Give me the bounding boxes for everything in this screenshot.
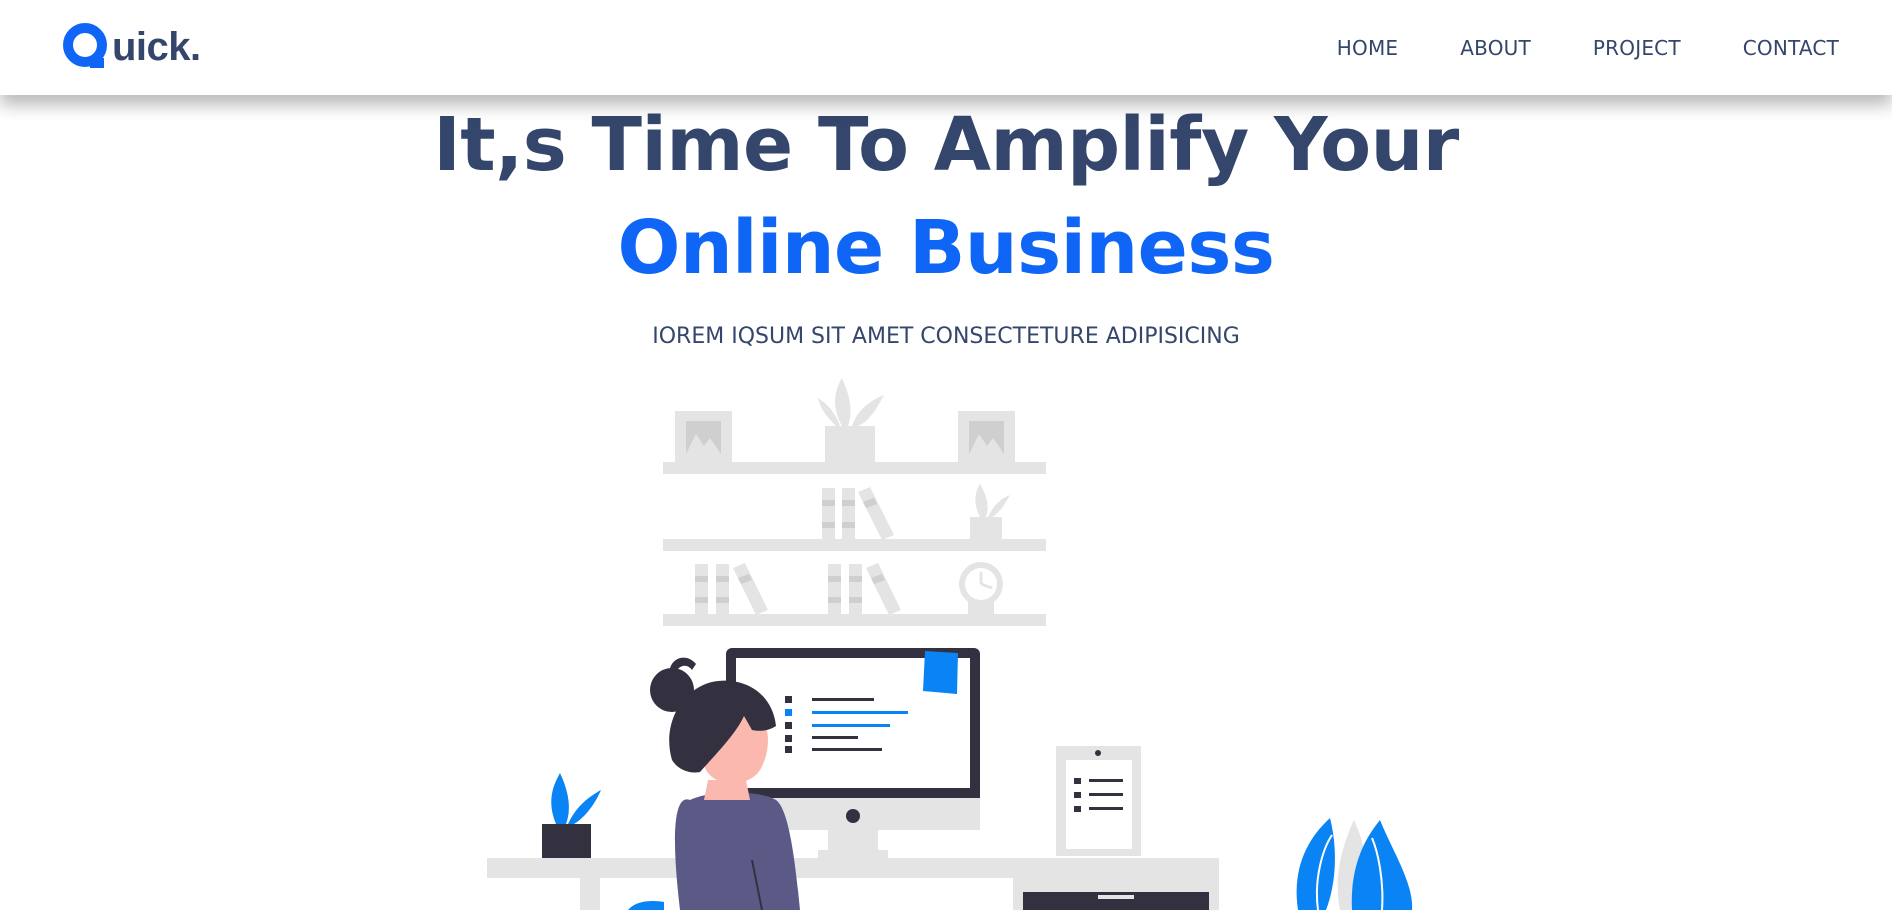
desk-plant-icon: [542, 773, 601, 858]
picture-frame-left-icon: [675, 411, 732, 463]
books-lower-right-icon: [828, 563, 901, 615]
logo[interactable]: uick.: [62, 20, 201, 74]
plant-small-icon: [970, 484, 1010, 539]
desk-icon: [487, 858, 1219, 910]
hero-subtitle: IOREM IQSUM SIT AMET CONSECTETURE ADIPIS…: [652, 324, 1240, 349]
navbar: uick. HOME ABOUT PROJECT CONTACT: [0, 0, 1892, 95]
clock-icon: [959, 562, 1003, 614]
floor-plant-icon: [1296, 818, 1413, 910]
nav-project[interactable]: PROJECT: [1593, 36, 1681, 60]
books-middle-icon: [822, 487, 894, 540]
q-letter-icon: [63, 23, 107, 68]
nav-about[interactable]: ABOUT: [1460, 36, 1531, 60]
nav-home[interactable]: HOME: [1337, 36, 1398, 60]
main-nav: HOME ABOUT PROJECT CONTACT: [1275, 0, 1839, 95]
plant-top-icon: [818, 378, 884, 463]
woman-working-at-desk-illustration: [487, 378, 1413, 910]
hero-title-line1: It,s Time To Amplify Your: [433, 102, 1459, 188]
logo-text: uick.: [112, 24, 201, 69]
picture-frame-right-icon: [958, 411, 1015, 463]
hero-title-line2: Online Business: [617, 205, 1275, 291]
books-lower-left-icon: [695, 563, 768, 615]
nav-contact[interactable]: CONTACT: [1743, 36, 1839, 60]
clipboard-icon: [1056, 746, 1141, 856]
